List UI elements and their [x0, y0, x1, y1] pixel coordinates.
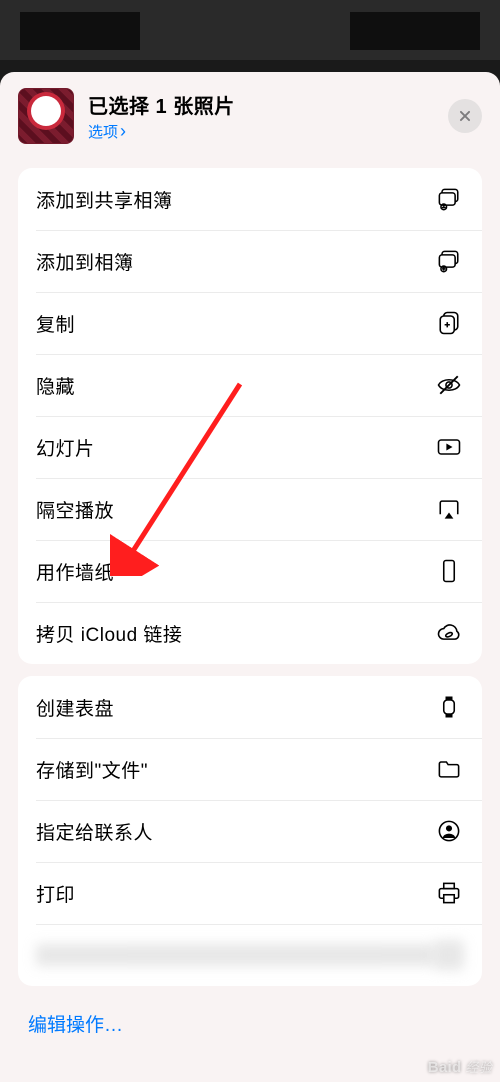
share-sheet: 已选择 1 张照片 选项 添加到共享相簿 添加到相簿 复制 [0, 72, 500, 1082]
folder-icon [434, 754, 464, 784]
hide-row[interactable]: 隐藏 [18, 354, 482, 416]
actions-section-1: 添加到共享相簿 添加到相簿 复制 隐藏 幻灯片 [18, 168, 482, 664]
row-label: 存储到"文件" [36, 756, 434, 783]
icloud-link-icon [434, 618, 464, 648]
watch-icon [434, 692, 464, 722]
assign-to-contact-row[interactable]: 指定给联系人 [18, 800, 482, 862]
contact-icon [434, 816, 464, 846]
watermark: Baid 经验 [428, 1057, 492, 1076]
shared-album-icon [434, 184, 464, 214]
row-label: 添加到共享相簿 [36, 186, 434, 213]
airplay-row[interactable]: 隔空播放 [18, 478, 482, 540]
close-button[interactable] [448, 99, 482, 133]
duplicate-icon [434, 308, 464, 338]
add-to-album-row[interactable]: 添加到相簿 [18, 230, 482, 292]
redacted-row[interactable]: XXXXXX [18, 924, 482, 986]
close-icon [458, 109, 472, 123]
row-label: 添加到相簿 [36, 248, 434, 275]
sheet-header: 已选择 1 张照片 选项 [0, 72, 500, 156]
airplay-icon [434, 494, 464, 524]
wallpaper-icon [434, 556, 464, 586]
selection-title: 已选择 1 张照片 [88, 90, 434, 119]
header-text: 已选择 1 张照片 选项 [88, 90, 434, 142]
row-label: 用作墙纸 [36, 558, 434, 585]
add-to-shared-album-row[interactable]: 添加到共享相簿 [18, 168, 482, 230]
row-label: 指定给联系人 [36, 818, 434, 845]
actions-section-2: 创建表盘 存储到"文件" 指定给联系人 打印 XXXXXX [18, 676, 482, 986]
photo-thumbnail[interactable] [18, 88, 74, 144]
eye-slash-icon [434, 370, 464, 400]
album-add-icon [434, 246, 464, 276]
row-label: 隔空播放 [36, 496, 434, 523]
play-rect-icon [434, 432, 464, 462]
print-row[interactable]: 打印 [18, 862, 482, 924]
row-label: 拷贝 iCloud 链接 [36, 620, 434, 647]
chevron-right-icon [120, 122, 126, 141]
redacted-icon [434, 940, 464, 970]
duplicate-row[interactable]: 复制 [18, 292, 482, 354]
options-link[interactable]: 选项 [88, 121, 434, 142]
row-label: 复制 [36, 310, 434, 337]
row-label: XXXXXX [36, 944, 434, 966]
print-icon [434, 878, 464, 908]
status-bar [0, 0, 500, 60]
row-label: 打印 [36, 880, 434, 907]
copy-icloud-link-row[interactable]: 拷贝 iCloud 链接 [18, 602, 482, 664]
row-label: 幻灯片 [36, 434, 434, 461]
slideshow-row[interactable]: 幻灯片 [18, 416, 482, 478]
row-label: 创建表盘 [36, 694, 434, 721]
row-label: 隐藏 [36, 372, 434, 399]
save-to-files-row[interactable]: 存储到"文件" [18, 738, 482, 800]
options-label: 选项 [88, 121, 118, 142]
create-watchface-row[interactable]: 创建表盘 [18, 676, 482, 738]
use-as-wallpaper-row[interactable]: 用作墙纸 [18, 540, 482, 602]
edit-actions-link[interactable]: 编辑操作… [0, 986, 500, 1067]
